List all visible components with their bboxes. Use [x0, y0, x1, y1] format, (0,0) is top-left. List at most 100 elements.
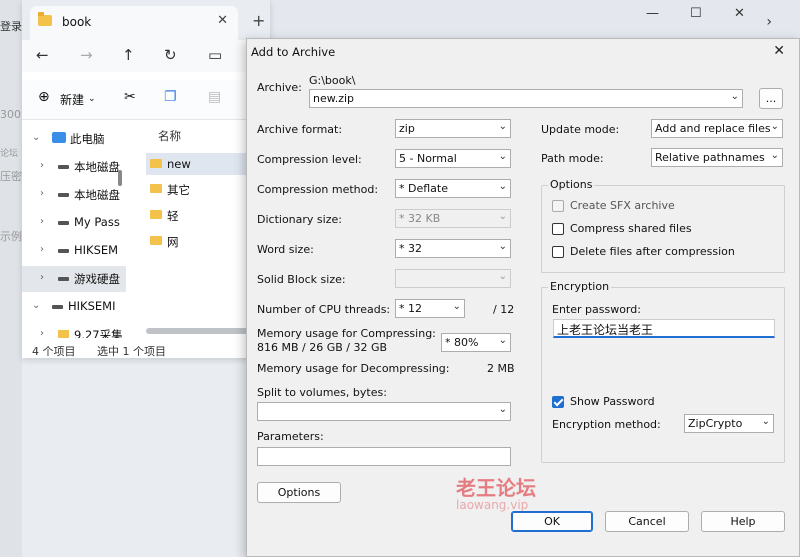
memory-percent-select[interactable]: * 80% ⌄ [441, 333, 511, 352]
memory-decompress-value: 2 MB [487, 362, 515, 375]
folder-icon [150, 184, 162, 193]
path-mode-value: Relative pathnames [655, 151, 765, 164]
archive-format-label: Archive format: [257, 123, 343, 136]
close-tab-icon[interactable]: ✕ [217, 13, 228, 28]
tree-item-folder[interactable]: › 9.27采集 [22, 322, 126, 338]
cpu-threads-label: Number of CPU threads: [257, 303, 391, 316]
delete-after-checkbox[interactable] [552, 246, 564, 258]
chevron-down-icon[interactable]: ⌄ [32, 300, 40, 311]
tree-item-drive[interactable]: ⌄ HIKSEMI [22, 294, 126, 320]
split-volumes-combo[interactable]: ⌄ [257, 402, 511, 421]
compression-method-value: * Deflate [399, 182, 448, 195]
forward-icon[interactable]: → [80, 46, 93, 64]
column-header-name[interactable]: 名称 [158, 128, 181, 144]
cut-icon[interactable]: ✂ [124, 89, 136, 105]
tree-item-drive[interactable]: › 本地磁盘 [22, 182, 126, 208]
archive-name-combo[interactable]: new.zip ⌄ [309, 89, 743, 108]
new-tab-icon[interactable]: + [252, 11, 265, 30]
watermark-subtext: laowang.vip [456, 498, 529, 512]
maximize-icon[interactable]: ☐ [690, 6, 702, 21]
ok-button[interactable]: OK [511, 511, 593, 532]
archive-label: Archive: [257, 81, 302, 94]
compression-method-select[interactable]: * Deflate ⌄ [395, 179, 511, 198]
new-button[interactable]: 新建 [60, 91, 84, 108]
browse-button[interactable]: ... [759, 88, 783, 109]
shared-files-checkbox[interactable] [552, 223, 564, 235]
chevron-down-icon[interactable]: ⌄ [771, 121, 779, 132]
dictionary-size-value: * 32 KB [399, 212, 441, 225]
display-icon[interactable]: ▭ [208, 46, 222, 64]
show-password-checkbox[interactable] [552, 396, 564, 408]
minimize-icon[interactable]: — [646, 6, 659, 21]
chevron-down-icon[interactable]: ⌄ [499, 241, 507, 252]
copy-icon[interactable]: ❐ [164, 89, 177, 105]
chevron-down-icon[interactable]: ⌄ [499, 181, 507, 192]
parameters-label: Parameters: [257, 430, 324, 443]
tree-item-drive[interactable]: › My Pass [22, 210, 126, 236]
chevron-down-icon[interactable]: ⌄ [731, 91, 739, 102]
encryption-group-title: Encryption [548, 280, 612, 293]
chevron-right-icon[interactable]: › [40, 188, 44, 199]
tree-scrollbar[interactable] [118, 170, 122, 186]
drive-icon [52, 305, 63, 309]
chevron-right-icon[interactable]: › [40, 244, 44, 255]
status-selected-count: 选中 1 个项目 [97, 345, 166, 358]
chevron-down-icon[interactable]: ⌄ [499, 151, 507, 162]
compression-level-label: Compression level: [257, 153, 362, 166]
solid-block-label: Solid Block size: [257, 273, 346, 286]
explorer-tab[interactable]: book ✕ [30, 6, 238, 40]
update-mode-select[interactable]: Add and replace files ⌄ [651, 119, 783, 138]
tree-item-label: 此电脑 [70, 132, 105, 146]
status-bar: 4 个项目 选中 1 个项目 [32, 343, 166, 359]
chevron-down-icon[interactable]: ⌄ [453, 301, 461, 312]
background-text: 300 [0, 108, 21, 121]
tree-item-drive-selected[interactable]: › 游戏硬盘 [22, 266, 126, 292]
dictionary-size-select: * 32 KB ⌄ [395, 209, 511, 228]
cancel-button[interactable]: Cancel [605, 511, 689, 532]
background-text: 示例 [0, 230, 22, 243]
chevron-right-icon[interactable]: › [40, 272, 44, 283]
encryption-method-select[interactable]: ZipCrypto ⌄ [684, 414, 774, 433]
help-button[interactable]: Help [701, 511, 785, 532]
tree-item-drive[interactable]: › HIKSEM [22, 238, 126, 264]
options-group: Options Create SFX archive Compress shar… [541, 178, 785, 273]
chevron-down-icon[interactable]: ⌄ [499, 335, 507, 346]
word-size-select[interactable]: * 32 ⌄ [395, 239, 511, 258]
chevron-down-icon[interactable]: ⌄ [499, 121, 507, 132]
encryption-method-value: ZipCrypto [688, 417, 743, 430]
encryption-group: Encryption Enter password: Show Password… [541, 280, 785, 463]
password-input[interactable]: 上老王论坛当老王 [553, 319, 775, 338]
refresh-icon[interactable]: ↻ [164, 46, 177, 64]
chevron-right-icon[interactable]: › [40, 328, 44, 338]
back-icon[interactable]: ← [36, 46, 49, 64]
explorer-toolbar: ⊕ 新建 ⌄ ✂ ❐ ▤ [22, 80, 270, 120]
path-mode-select[interactable]: Relative pathnames ⌄ [651, 148, 783, 167]
drive-icon [58, 249, 69, 253]
chevron-right-icon[interactable]: › [766, 14, 772, 30]
cpu-threads-select[interactable]: * 12 ⌄ [395, 299, 465, 318]
chevron-right-icon[interactable]: › [40, 160, 44, 171]
chevron-down-icon[interactable]: ⌄ [32, 132, 40, 143]
compression-level-select[interactable]: 5 - Normal ⌄ [395, 149, 511, 168]
chevron-down-icon[interactable]: ⌄ [499, 404, 507, 415]
close-icon[interactable]: ✕ [734, 6, 745, 21]
chevron-down-icon[interactable]: ⌄ [771, 150, 779, 161]
options-button[interactable]: Options [257, 482, 341, 503]
parameters-input[interactable] [257, 447, 511, 466]
archive-format-select[interactable]: zip ⌄ [395, 119, 511, 138]
paste-icon[interactable]: ▤ [208, 89, 221, 105]
tree-item-this-pc[interactable]: ⌄ 此电脑 [22, 126, 126, 152]
close-icon[interactable]: ✕ [773, 43, 785, 59]
background-text: 登录 [0, 20, 22, 33]
up-icon[interactable]: ↑ [122, 46, 135, 64]
chevron-right-icon[interactable]: › [40, 216, 44, 227]
chevron-down-icon[interactable]: ⌄ [88, 94, 96, 104]
memory-compress-values: 816 MB / 26 GB / 32 GB [257, 341, 388, 354]
tree-item-drive[interactable]: › 本地磁盘 [22, 154, 126, 180]
cpu-threads-value: * 12 [399, 302, 422, 315]
background-text: 压密 [0, 170, 22, 183]
computer-icon [52, 132, 66, 143]
tree-item-label: My Pass [74, 215, 120, 229]
archive-name-value: new.zip [313, 92, 355, 105]
chevron-down-icon[interactable]: ⌄ [762, 416, 770, 427]
